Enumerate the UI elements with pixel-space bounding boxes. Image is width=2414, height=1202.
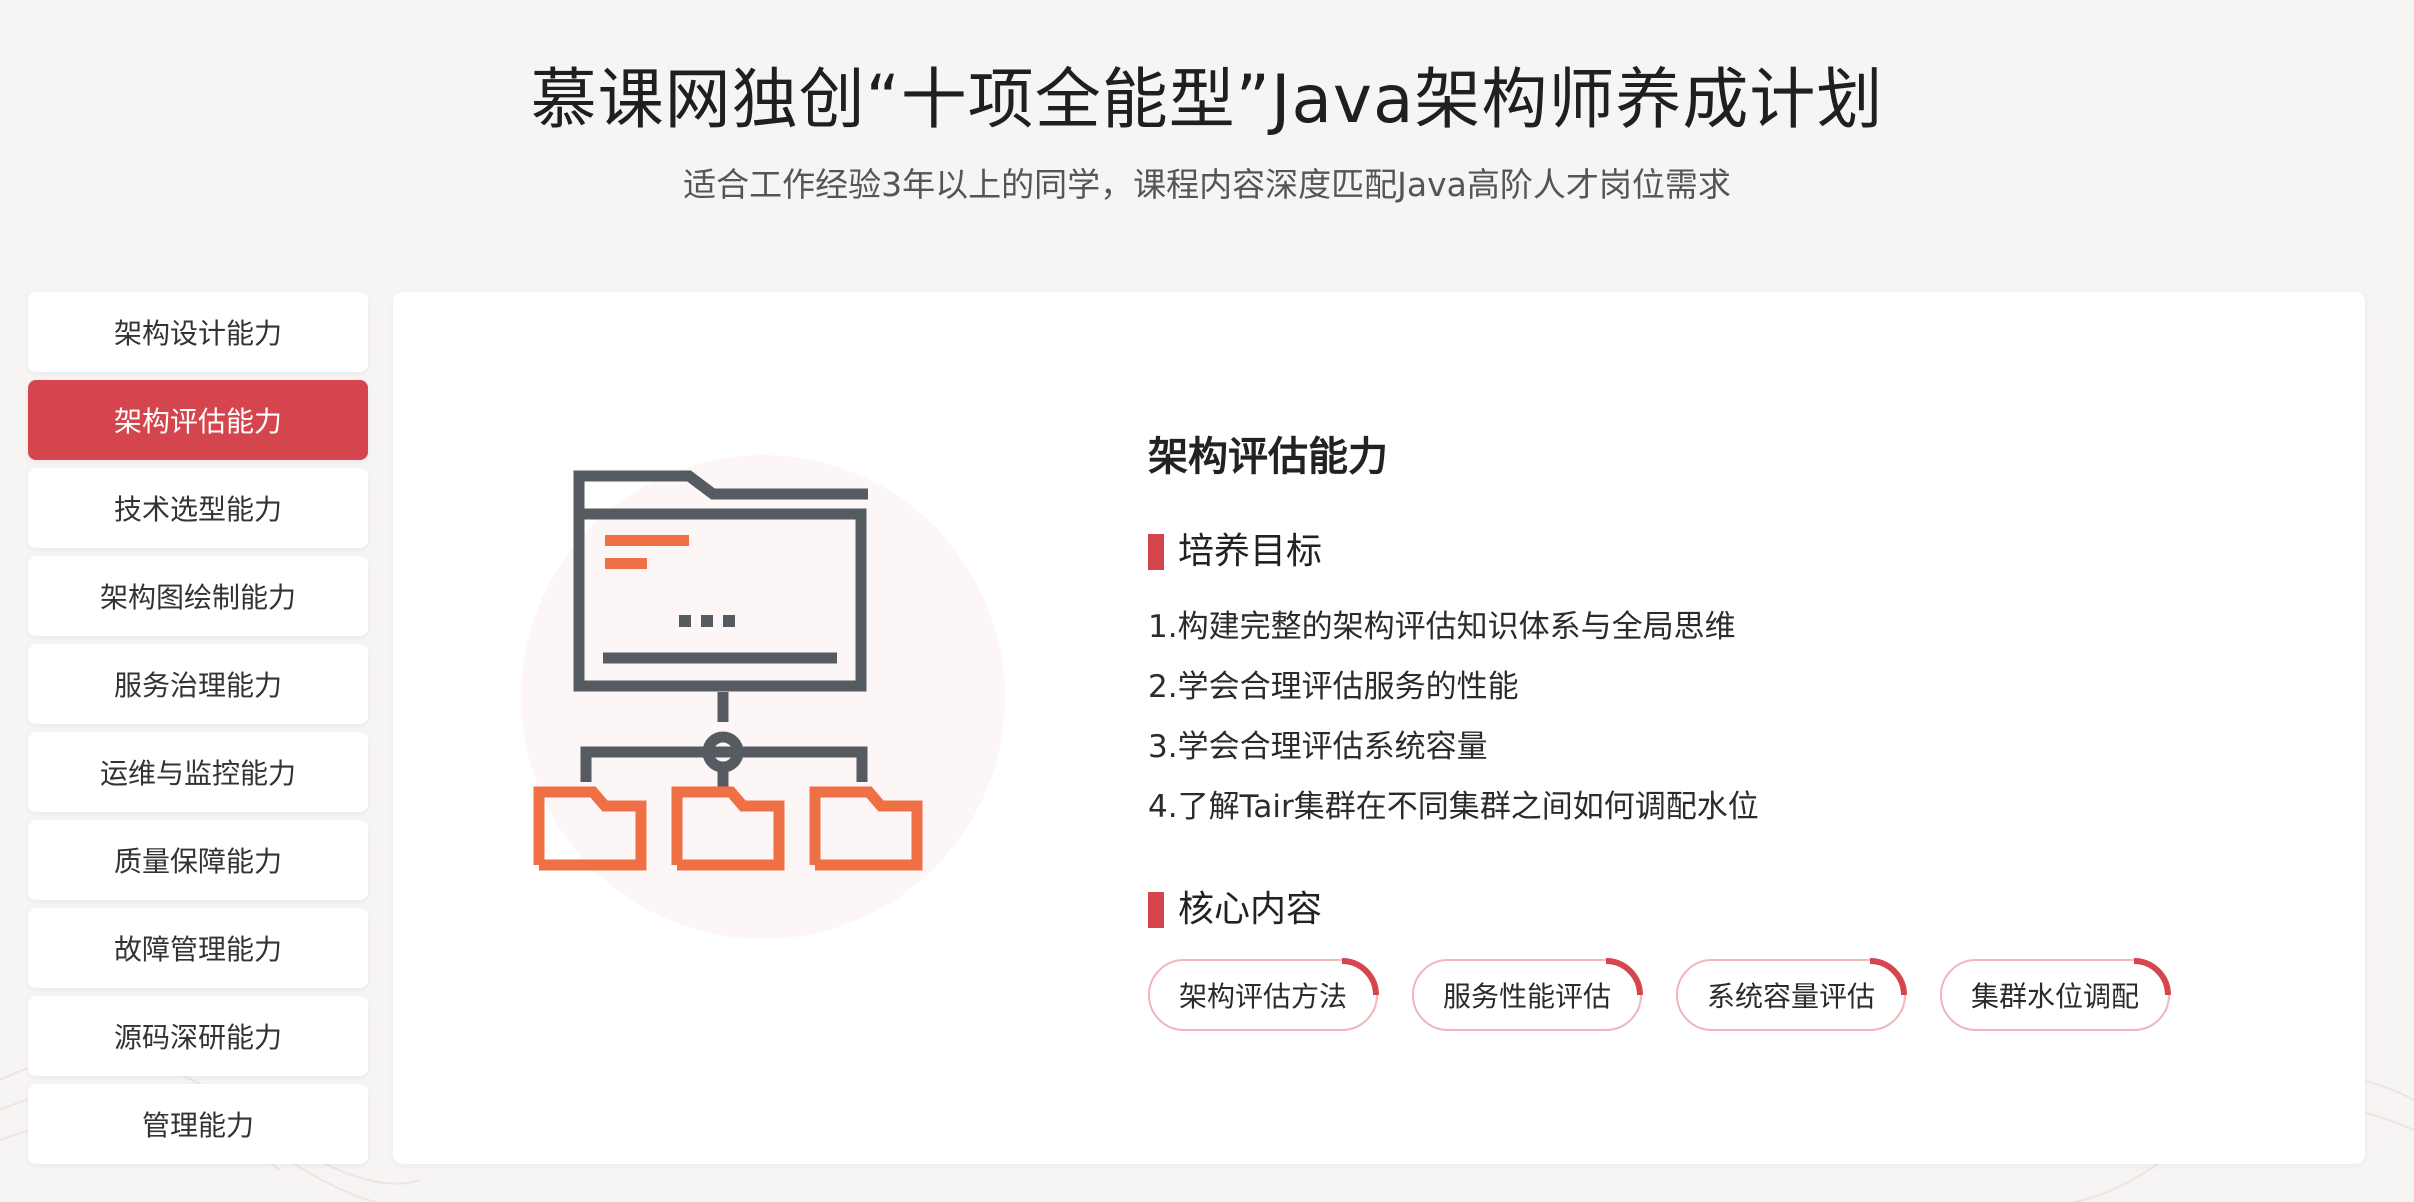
goals-list: 1.构建完整的架构评估知识体系与全局思维 2.学会合理评估服务的性能 3.学会合… [1148,597,2298,837]
detail-panel: 架构评估能力 培养目标 1.构建完整的架构评估知识体系与全局思维 2.学会合理评… [393,292,2365,1164]
nav-item-source-code[interactable]: 源码深研能力 [28,996,368,1076]
core-tag-label: 集群水位调配 [1970,980,2139,1013]
heading-marker [1148,892,1164,928]
goal-item: 4.了解Tair集群在不同集群之间如何调配水位 [1148,789,1759,825]
tag-arc-icon [2133,958,2171,996]
core-tag-evaluation-method[interactable]: 架构评估方法 [1148,958,1379,1031]
core-tags: 架构评估方法 服务性能评估 系统容量评估 集群水位调配 [1148,958,2298,1031]
tag-arc-icon [1869,958,1907,996]
nav-item-architecture-design[interactable]: 架构设计能力 [28,292,368,372]
nav-item-service-governance[interactable]: 服务治理能力 [28,644,368,724]
core-tag-cluster-water-level[interactable]: 集群水位调配 [1940,958,2171,1031]
nav-item-quality-assurance[interactable]: 质量保障能力 [28,820,368,900]
tag-arc-icon [1341,958,1379,996]
heading-marker [1148,534,1164,570]
core-tag-service-performance[interactable]: 服务性能评估 [1412,958,1643,1031]
detail-content: 架构评估能力 培养目标 1.构建完整的架构评估知识体系与全局思维 2.学会合理评… [1148,427,2298,1031]
folder-network-icon [521,455,1005,939]
nav-item-management[interactable]: 管理能力 [28,1084,368,1164]
core-tag-label: 架构评估方法 [1178,980,1347,1013]
nav-item-architecture-diagram[interactable]: 架构图绘制能力 [28,556,368,636]
nav-item-ops-monitoring[interactable]: 运维与监控能力 [28,732,368,812]
section-title: 架构评估能力 [1148,434,1388,480]
core-tag-label: 系统容量评估 [1706,980,1875,1013]
page-title: 慕课网独创“十项全能型”Java架构师养成计划 [530,61,1884,138]
goals-heading: 培养目标 [1148,527,2298,577]
goal-item: 3.学会合理评估系统容量 [1148,729,1488,765]
nav-item-fault-management[interactable]: 故障管理能力 [28,908,368,988]
nav-item-tech-selection[interactable]: 技术选型能力 [28,468,368,548]
core-tag-label: 服务性能评估 [1442,980,1611,1013]
core-tag-system-capacity[interactable]: 系统容量评估 [1676,958,1907,1031]
goal-item: 1.构建完整的架构评估知识体系与全局思维 [1148,609,1736,645]
page-header: 慕课网独创“十项全能型”Java架构师养成计划 适合工作经验3年以上的同学，课程… [0,52,2414,208]
goals-heading-label: 培养目标 [1178,531,1323,572]
nav-item-architecture-evaluation[interactable]: 架构评估能力 [28,380,368,460]
ability-nav: 架构设计能力 架构评估能力 技术选型能力 架构图绘制能力 服务治理能力 运维与监… [28,292,368,1172]
tag-arc-icon [1605,958,1643,996]
core-heading-label: 核心内容 [1178,889,1323,930]
page-subtitle: 适合工作经验3年以上的同学，课程内容深度匹配Java高阶人才岗位需求 [683,165,1731,204]
core-heading: 核心内容 [1148,885,2298,935]
goal-item: 2.学会合理评估服务的性能 [1148,669,1519,705]
